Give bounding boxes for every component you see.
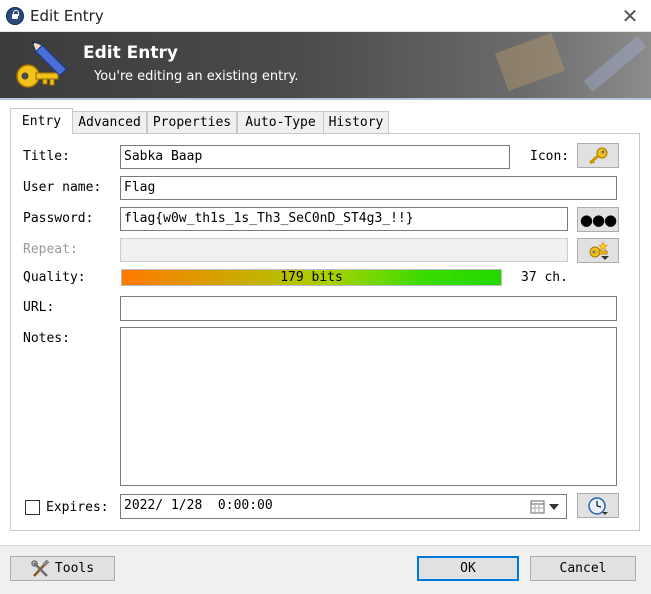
expiry-date-picker[interactable]: 2022/ 1/28 0:00:00 bbox=[120, 494, 567, 519]
window-titlebar: Edit Entry ✕ bbox=[0, 0, 651, 32]
password-generator-button[interactable] bbox=[577, 238, 619, 263]
calendar-dropdown-button[interactable] bbox=[530, 497, 564, 516]
tools-button[interactable]: Tools bbox=[10, 556, 115, 581]
quality-bits-text: 179 bits bbox=[280, 270, 343, 285]
tab-advanced[interactable]: Advanced bbox=[72, 111, 147, 133]
ok-button[interactable]: OK bbox=[417, 556, 519, 581]
username-label: User name: bbox=[23, 180, 102, 195]
cancel-button[interactable]: Cancel bbox=[530, 556, 636, 581]
repeat-password-field[interactable] bbox=[120, 238, 568, 262]
icon-picker-button[interactable] bbox=[577, 143, 619, 168]
chevron-down-icon bbox=[549, 503, 559, 510]
tab-properties[interactable]: Properties bbox=[147, 111, 237, 133]
banner-decoration-icon bbox=[494, 32, 647, 92]
password-label: Password: bbox=[23, 211, 94, 226]
expires-checkbox[interactable] bbox=[25, 500, 40, 515]
expires-label: Expires: bbox=[46, 500, 109, 515]
header-banner: Edit Entry You're editing an existing en… bbox=[0, 32, 651, 100]
icon-label: Icon: bbox=[530, 149, 570, 164]
password-quality-bar: 179 bits bbox=[121, 269, 502, 286]
show-password-button[interactable]: ●●● bbox=[577, 207, 619, 232]
banner-divider bbox=[0, 98, 651, 100]
password-generator-icon bbox=[589, 240, 609, 260]
clock-icon bbox=[588, 496, 608, 515]
password-field[interactable]: flag{w0w_th1s_1s_Th3_SeC0nD_ST4g3_!!} bbox=[120, 207, 568, 231]
banner-title: Edit Entry bbox=[83, 43, 178, 63]
tab-auto-type[interactable]: Auto-Type bbox=[237, 111, 324, 133]
title-label: Title: bbox=[23, 149, 70, 164]
tab-history[interactable]: History bbox=[323, 111, 389, 133]
expiry-date-value: 2022/ 1/28 0:00:00 bbox=[124, 498, 273, 513]
username-field[interactable]: Flag bbox=[120, 176, 617, 200]
tools-button-label: Tools bbox=[54, 561, 95, 576]
dots-icon: ●●● bbox=[579, 210, 617, 229]
url-label: URL: bbox=[23, 300, 55, 315]
title-field[interactable]: Sabka Baap bbox=[120, 145, 510, 169]
quality-label: Quality: bbox=[23, 270, 86, 285]
banner-subtitle: You're editing an existing entry. bbox=[94, 69, 299, 84]
lock-icon bbox=[6, 7, 24, 25]
notes-label: Notes: bbox=[23, 331, 70, 346]
key-icon bbox=[589, 147, 608, 164]
url-field[interactable] bbox=[120, 296, 617, 321]
calendar-icon bbox=[530, 500, 545, 513]
close-button[interactable]: ✕ bbox=[612, 2, 648, 30]
tab-entry[interactable]: Entry bbox=[10, 108, 73, 134]
tools-icon bbox=[31, 559, 50, 577]
window-title: Edit Entry bbox=[30, 7, 104, 25]
notes-textarea[interactable] bbox=[120, 327, 617, 486]
expiry-presets-button[interactable] bbox=[577, 493, 619, 518]
repeat-label: Repeat: bbox=[23, 242, 78, 257]
key-pen-icon bbox=[16, 40, 68, 88]
quality-character-count: 37 ch. bbox=[521, 270, 568, 285]
